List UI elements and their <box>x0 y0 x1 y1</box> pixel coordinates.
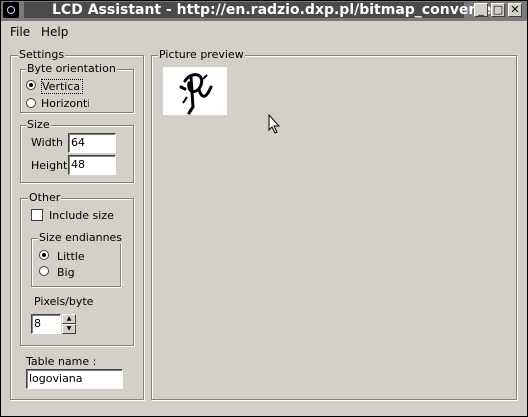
bitmap-glyph <box>179 73 213 115</box>
picture-preview-legend: Picture preview <box>158 48 245 61</box>
radio-vertical-label[interactable]: Vertica <box>41 79 83 94</box>
menu-bar <box>1 22 525 40</box>
other-legend: Other <box>28 191 62 204</box>
height-label: Height <box>31 159 68 172</box>
radio-horizontal[interactable] <box>26 98 36 108</box>
radio-little-label[interactable]: Little <box>57 250 85 263</box>
radio-vertical[interactable] <box>26 80 36 90</box>
spin-down-button[interactable]: ▼ <box>62 324 76 334</box>
minimize-button[interactable]: _ <box>474 3 488 17</box>
height-input[interactable]: 48 <box>68 155 116 175</box>
mouse-cursor-icon <box>268 113 281 137</box>
pixels-byte-input[interactable]: 8 <box>31 314 61 334</box>
table-name-label: Table name : <box>26 355 97 368</box>
settings-legend: Settings <box>18 48 66 61</box>
width-label: Width <box>31 136 63 149</box>
radio-big-label[interactable]: Big <box>57 266 75 279</box>
byte-orientation-legend: Byte orientation <box>26 62 117 75</box>
pixels-byte-label: Pixels/byte <box>34 295 94 308</box>
radio-horizontal-label[interactable]: Horizonti <box>41 97 89 110</box>
table-name-input[interactable]: logoviana <box>26 369 123 389</box>
include-size-label[interactable]: Include size <box>49 209 114 222</box>
window-title: LCD Assistant - http://en.radzio.dxp.pl/… <box>24 2 503 18</box>
size-legend: Size <box>26 118 51 131</box>
app-icon[interactable] <box>3 2 19 18</box>
include-size-checkbox[interactable] <box>31 209 43 221</box>
close-button[interactable]: ✕ <box>508 3 522 17</box>
menu-file[interactable]: File <box>10 25 30 39</box>
spin-up-button[interactable]: ▲ <box>62 314 76 324</box>
bitmap-preview-image <box>163 67 227 115</box>
radio-little[interactable] <box>39 250 49 260</box>
size-endianness-legend: Size endiannes <box>38 231 124 244</box>
radio-big[interactable] <box>39 266 49 276</box>
width-input[interactable]: 64 <box>68 133 116 153</box>
menu-help[interactable]: Help <box>41 25 68 39</box>
maximize-button[interactable]: □ <box>491 3 505 17</box>
